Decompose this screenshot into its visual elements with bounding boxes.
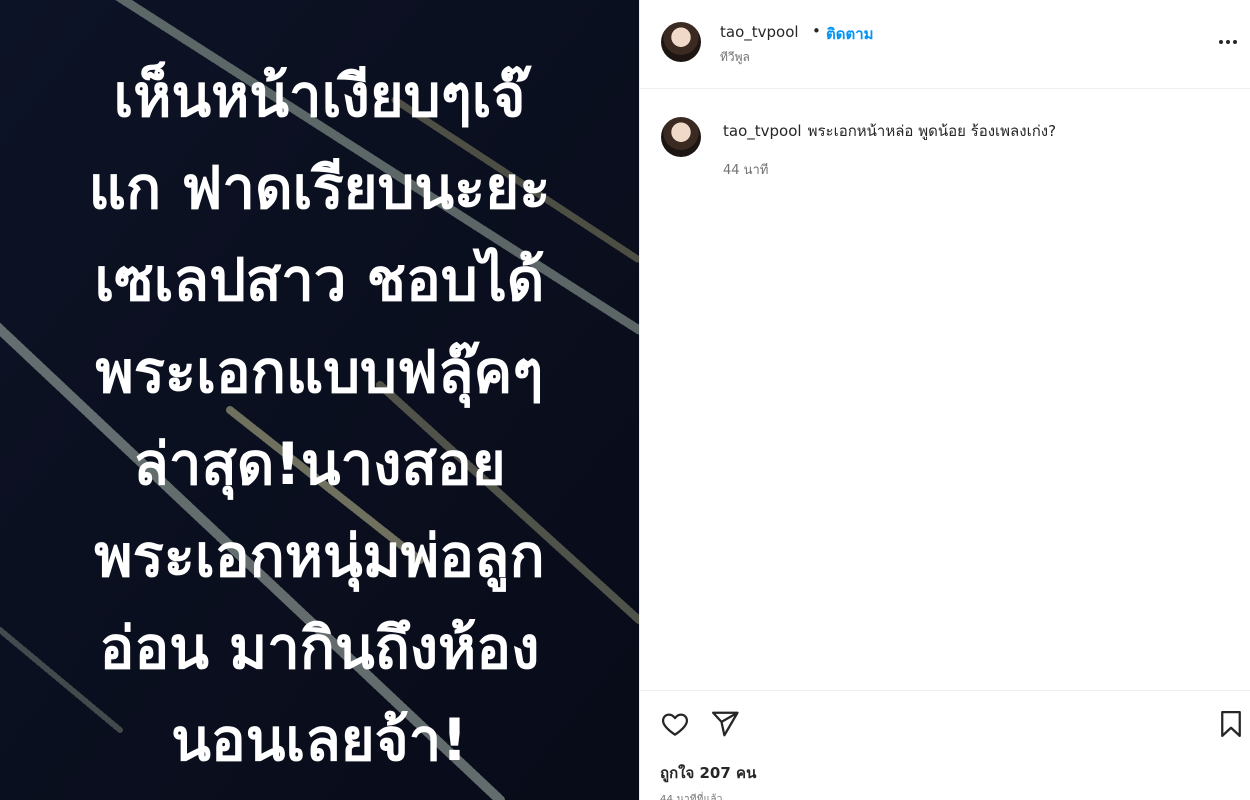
caption-avatar[interactable] [661, 117, 701, 157]
post-modal: เห็นหน้าเงียบๆเจ๊ แก ฟาดเรียบนะยะ เซเลปส… [0, 0, 1250, 800]
more-options-icon[interactable] [1215, 30, 1245, 54]
caption-body: พระเอกหน้าหล่อ พูดน้อย ร้องเพลงเก่ง? [807, 122, 1057, 140]
send-icon[interactable] [710, 709, 740, 739]
follow-button[interactable]: ติดตาม [826, 22, 874, 46]
author-avatar[interactable] [661, 22, 701, 62]
post-actions: ถูกใจ 207 คน 44 นาทีที่แล้ว [640, 690, 1250, 800]
bookmark-icon[interactable] [1216, 709, 1246, 739]
separator-dot: • [812, 22, 821, 40]
caption: tao_tvpool พระเอกหน้าหล่อ พูดน้อย ร้องเพล… [723, 119, 1056, 143]
post-media[interactable]: เห็นหน้าเงียบๆเจ๊ แก ฟาดเรียบนะยะ เซเลปส… [0, 0, 639, 800]
media-text-line: ล่าสุด!นางสอย [133, 430, 506, 498]
media-text-line: แก ฟาดเรียบนะยะ [88, 154, 551, 222]
media-text-line: เห็นหน้าเงียบๆเจ๊ [113, 62, 526, 130]
post-timestamp[interactable]: 44 นาทีที่แล้ว [660, 792, 723, 800]
media-text-line: พระเอกหนุ่มพ่อลูก [94, 522, 545, 590]
caption-timestamp[interactable]: 44 นาที [723, 159, 768, 180]
caption-username[interactable]: tao_tvpool [723, 122, 802, 140]
media-text-line: นอนเลยจ้า! [171, 706, 468, 774]
likes-count[interactable]: ถูกใจ 207 คน [660, 761, 756, 785]
heart-icon[interactable] [660, 709, 690, 739]
author-subtitle[interactable]: ทีวีพูล [720, 48, 750, 67]
media-overlay-text: เห็นหน้าเงียบๆเจ๊ แก ฟาดเรียบนะยะ เซเลปส… [0, 50, 639, 786]
post-side-panel: tao_tvpool • ติดตาม ทีวีพูล tao_tvpool พร… [639, 0, 1250, 800]
post-header: tao_tvpool • ติดตาม ทีวีพูล [640, 0, 1250, 89]
author-username[interactable]: tao_tvpool [720, 23, 799, 41]
media-text-line: พระเอกแบบฟลุ๊คๆ [95, 338, 544, 406]
media-text-line: เซเลปสาว ชอบได้ [94, 246, 545, 314]
media-text-line: อ่อน มากินถึงห้อง [99, 614, 540, 682]
